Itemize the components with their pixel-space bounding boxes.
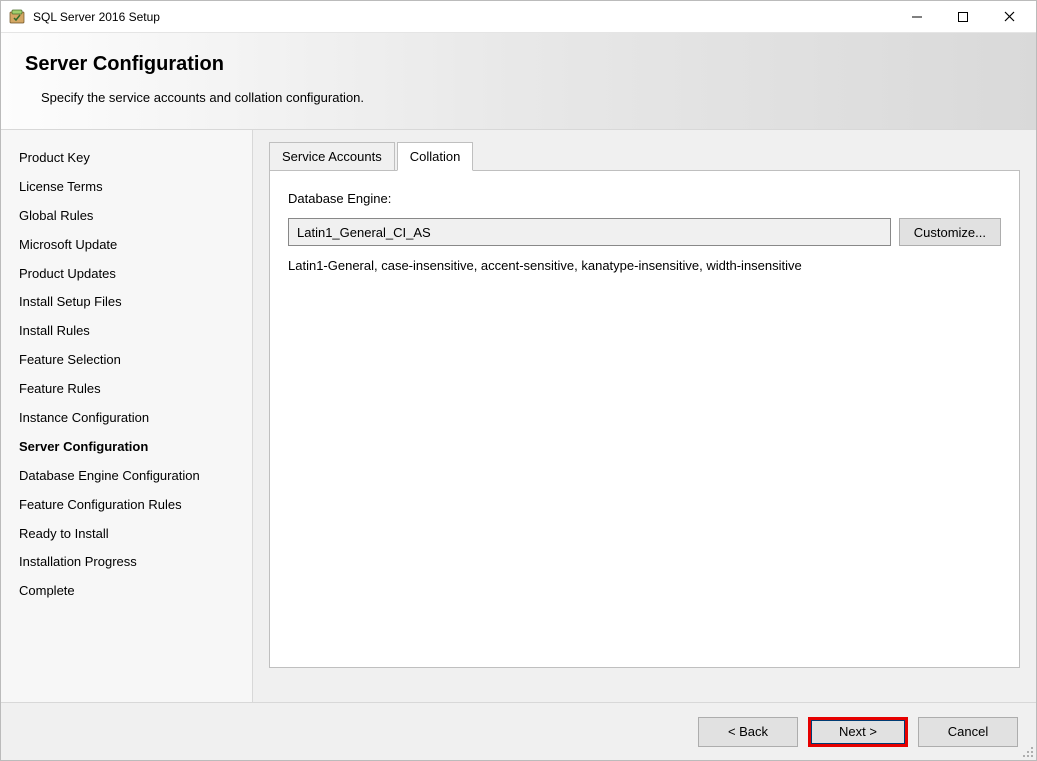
sidebar-item-database-engine-configuration[interactable]: Database Engine Configuration xyxy=(19,462,252,491)
customize-button[interactable]: Customize... xyxy=(899,218,1001,246)
resize-grip-icon[interactable] xyxy=(1020,744,1034,758)
sidebar-item-feature-rules[interactable]: Feature Rules xyxy=(19,375,252,404)
tab-collation[interactable]: Collation xyxy=(397,142,474,171)
header-panel: Server Configuration Specify the service… xyxy=(1,33,1036,130)
collation-description: Latin1-General, case-insensitive, accent… xyxy=(288,258,1001,273)
page-subtitle: Specify the service accounts and collati… xyxy=(41,90,1012,105)
collation-input[interactable]: Latin1_General_CI_AS xyxy=(288,218,891,246)
cancel-button[interactable]: Cancel xyxy=(918,717,1018,747)
tab-panel-collation: Database Engine: Latin1_General_CI_AS Cu… xyxy=(269,170,1020,668)
sidebar-item-install-setup-files[interactable]: Install Setup Files xyxy=(19,288,252,317)
next-button[interactable]: Next > xyxy=(811,720,905,744)
sidebar-item-instance-configuration[interactable]: Instance Configuration xyxy=(19,404,252,433)
sidebar-item-complete[interactable]: Complete xyxy=(19,577,252,606)
sidebar-item-installation-progress[interactable]: Installation Progress xyxy=(19,548,252,577)
app-icon xyxy=(9,9,25,25)
sidebar-item-product-key[interactable]: Product Key xyxy=(19,144,252,173)
collation-value: Latin1_General_CI_AS xyxy=(297,225,431,240)
tab-service-accounts[interactable]: Service Accounts xyxy=(269,142,395,171)
sidebar-item-install-rules[interactable]: Install Rules xyxy=(19,317,252,346)
sidebar-item-feature-selection[interactable]: Feature Selection xyxy=(19,346,252,375)
maximize-button[interactable] xyxy=(940,2,986,32)
tabstrip: Service Accounts Collation xyxy=(269,142,1020,171)
sidebar-item-feature-configuration-rules[interactable]: Feature Configuration Rules xyxy=(19,491,252,520)
sidebar-item-ready-to-install[interactable]: Ready to Install xyxy=(19,520,252,549)
page-title: Server Configuration xyxy=(25,53,1012,76)
window: SQL Server 2016 Setup Server Configurati… xyxy=(0,0,1037,761)
titlebar: SQL Server 2016 Setup xyxy=(1,1,1036,33)
minimize-button[interactable] xyxy=(894,2,940,32)
body-area: Product Key License Terms Global Rules M… xyxy=(1,130,1036,702)
sidebar-item-microsoft-update[interactable]: Microsoft Update xyxy=(19,231,252,260)
window-title: SQL Server 2016 Setup xyxy=(33,10,894,24)
sidebar-item-global-rules[interactable]: Global Rules xyxy=(19,202,252,231)
close-button[interactable] xyxy=(986,2,1032,32)
next-button-highlight: Next > xyxy=(808,717,908,747)
sidebar-item-product-updates[interactable]: Product Updates xyxy=(19,260,252,289)
database-engine-label: Database Engine: xyxy=(288,191,1001,206)
sidebar-item-license-terms[interactable]: License Terms xyxy=(19,173,252,202)
sidebar: Product Key License Terms Global Rules M… xyxy=(1,130,253,702)
window-controls xyxy=(894,2,1032,32)
back-button[interactable]: < Back xyxy=(698,717,798,747)
sidebar-item-server-configuration[interactable]: Server Configuration xyxy=(19,433,252,462)
footer: < Back Next > Cancel xyxy=(1,702,1036,760)
content-area: Service Accounts Collation Database Engi… xyxy=(253,130,1036,702)
